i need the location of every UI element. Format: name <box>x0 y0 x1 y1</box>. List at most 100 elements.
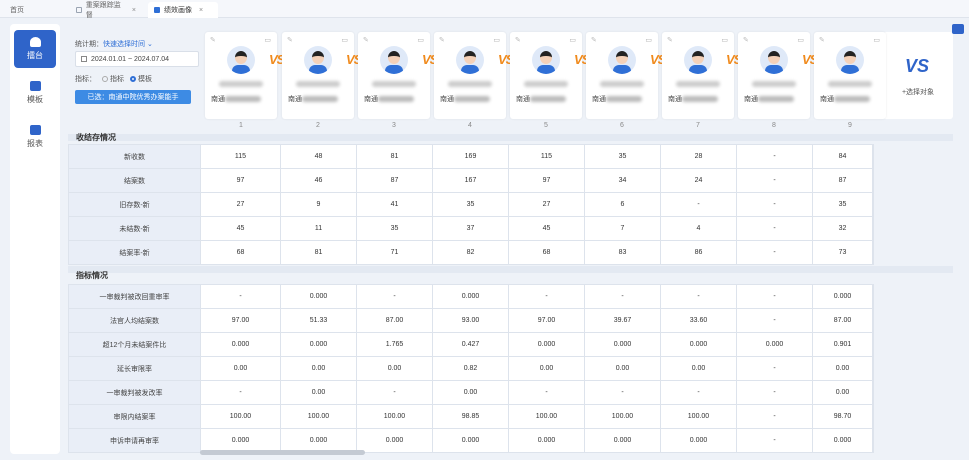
avatar-body <box>689 65 707 74</box>
avatar <box>608 46 636 74</box>
table-cell: 100.00 <box>584 404 661 429</box>
tab-label: 首页 <box>10 7 24 14</box>
pin-icon[interactable]: ✎ <box>743 36 749 44</box>
table-cell: - <box>200 284 281 309</box>
org-label: 南通 <box>364 94 414 104</box>
person-card[interactable]: ✎ ▭ 南通 <box>586 32 658 119</box>
trash-icon[interactable]: ▭ <box>264 36 271 44</box>
pin-icon[interactable]: ✎ <box>591 36 597 44</box>
pin-icon[interactable]: ✎ <box>210 36 216 44</box>
person-card[interactable]: ✎ ▭ 南通 <box>434 32 506 119</box>
tab-1[interactable]: 重案跟踪监督 × <box>70 2 142 19</box>
table-cell: 0.000 <box>812 428 873 453</box>
pin-icon[interactable]: ✎ <box>439 36 445 44</box>
table-cell: - <box>736 404 813 429</box>
table-row: 未结数-新 45 11 35 37 45 7 4-32 <box>68 216 874 241</box>
table-cell: - <box>508 284 585 309</box>
avatar-body <box>232 65 250 74</box>
blurred-name <box>752 81 796 87</box>
pin-icon[interactable]: ✎ <box>287 36 293 44</box>
person-card[interactable]: ✎ ▭ 南通 <box>738 32 810 119</box>
close-icon[interactable]: × <box>199 7 203 14</box>
blurred-org <box>454 96 490 103</box>
table-cell: 28 <box>660 144 737 169</box>
selected-template-button[interactable]: 已选： 南通中院优秀办案能手 <box>75 90 191 104</box>
trash-icon[interactable]: ▭ <box>493 36 500 44</box>
table-row: 结案率-新 68 81 71 82 68 83 86-73 <box>68 240 874 265</box>
person-card[interactable]: ✎ ▭ 南通 <box>814 32 886 119</box>
table-cell: 0.000 <box>356 428 433 453</box>
avatar-body <box>537 65 555 74</box>
trash-icon[interactable]: ▭ <box>873 36 880 44</box>
corner-icon[interactable] <box>952 24 964 34</box>
org-prefix: 南通 <box>820 96 834 103</box>
close-icon[interactable]: × <box>132 7 136 14</box>
table-cell: 87 <box>812 168 873 193</box>
empty-cell <box>872 308 874 333</box>
sidebar-item-2[interactable]: 报表 <box>14 118 56 156</box>
empty-cell <box>872 332 874 357</box>
org-prefix: 南通 <box>668 96 682 103</box>
person-card[interactable]: ✎ ▭ 南通 <box>205 32 277 119</box>
org-label: 南通 <box>211 94 261 104</box>
person-card[interactable]: ✎ ▭ 南通 <box>358 32 430 119</box>
table-section-2: 一审裁判被改回重审率 -0.000-0.000- - - -0.000 法官人均结案数 97… <box>68 284 874 453</box>
sidebar-item-1[interactable]: 模板 <box>14 74 56 112</box>
table-cell: 0.00 <box>660 356 737 381</box>
table-cell: 98.70 <box>812 404 873 429</box>
table-cell: 35 <box>584 144 661 169</box>
date-range-field[interactable]: 2024.01.01 ~ 2024.07.04 <box>75 51 199 67</box>
card-index: 6 <box>620 122 624 129</box>
table-row: 法官人均结案数 97.00 51.33 87.00 93.00 97.00 39.67 33.… <box>68 308 874 333</box>
org-label: 南通 <box>516 94 566 104</box>
radio-indicator[interactable] <box>102 76 108 83</box>
avatar-body <box>765 65 783 74</box>
trash-icon[interactable]: ▭ <box>645 36 652 44</box>
table-cell: 0.000 <box>812 284 873 309</box>
card-index: 8 <box>772 122 776 129</box>
table-cell: 46 <box>280 168 357 193</box>
trash-icon[interactable]: ▭ <box>797 36 804 44</box>
trash-icon[interactable]: ▭ <box>569 36 576 44</box>
table-cell: 167 <box>432 168 509 193</box>
add-object-card[interactable]: VS +选择对象 <box>883 32 953 119</box>
blurred-org <box>225 96 261 103</box>
radio-template[interactable] <box>130 76 136 83</box>
pin-icon[interactable]: ✎ <box>363 36 369 44</box>
trash-icon[interactable]: ▭ <box>341 36 348 44</box>
card-index: 5 <box>544 122 548 129</box>
card-index: 3 <box>392 122 396 129</box>
table-cell: 0.00 <box>432 380 509 405</box>
person-card[interactable]: ✎ ▭ 南通 <box>662 32 734 119</box>
avatar-head <box>235 51 247 64</box>
section-title-2: 指标情况 <box>76 271 108 280</box>
pin-icon[interactable]: ✎ <box>819 36 825 44</box>
horizontal-scrollbar[interactable] <box>200 450 365 455</box>
table-cell: 87 <box>356 168 433 193</box>
empty-cell <box>872 192 874 217</box>
row-label: 结案率-新 <box>68 240 201 265</box>
person-card[interactable]: ✎ ▭ 南通 <box>282 32 354 119</box>
chevron-down-icon[interactable]: ⌄ <box>145 41 153 48</box>
pin-icon[interactable]: ✎ <box>667 36 673 44</box>
table-cell: 1.765 <box>356 332 433 357</box>
table-cell: 41 <box>356 192 433 217</box>
pin-icon[interactable]: ✎ <box>515 36 521 44</box>
table-cell: 48 <box>280 144 357 169</box>
avatar-body <box>613 65 631 74</box>
row-label: 一审裁判被发改率 <box>68 380 201 405</box>
sidebar-label: 模板 <box>27 95 43 104</box>
blurred-name <box>219 81 263 87</box>
tab-2[interactable]: 绩效画像 × <box>148 2 218 18</box>
person-card[interactable]: ✎ ▭ 南通 <box>510 32 582 119</box>
sidebar-item-0[interactable]: 擂台 <box>14 30 56 68</box>
table-cell: 0.000 <box>432 284 509 309</box>
blurred-name <box>296 81 340 87</box>
page-icon <box>154 7 160 13</box>
quick-time-link[interactable]: 快速选择时间 <box>103 41 145 48</box>
table-cell: 24 <box>660 168 737 193</box>
avatar-head <box>768 51 780 64</box>
tab-0[interactable]: 首页 <box>4 2 64 18</box>
trash-icon[interactable]: ▭ <box>417 36 424 44</box>
trash-icon[interactable]: ▭ <box>721 36 728 44</box>
